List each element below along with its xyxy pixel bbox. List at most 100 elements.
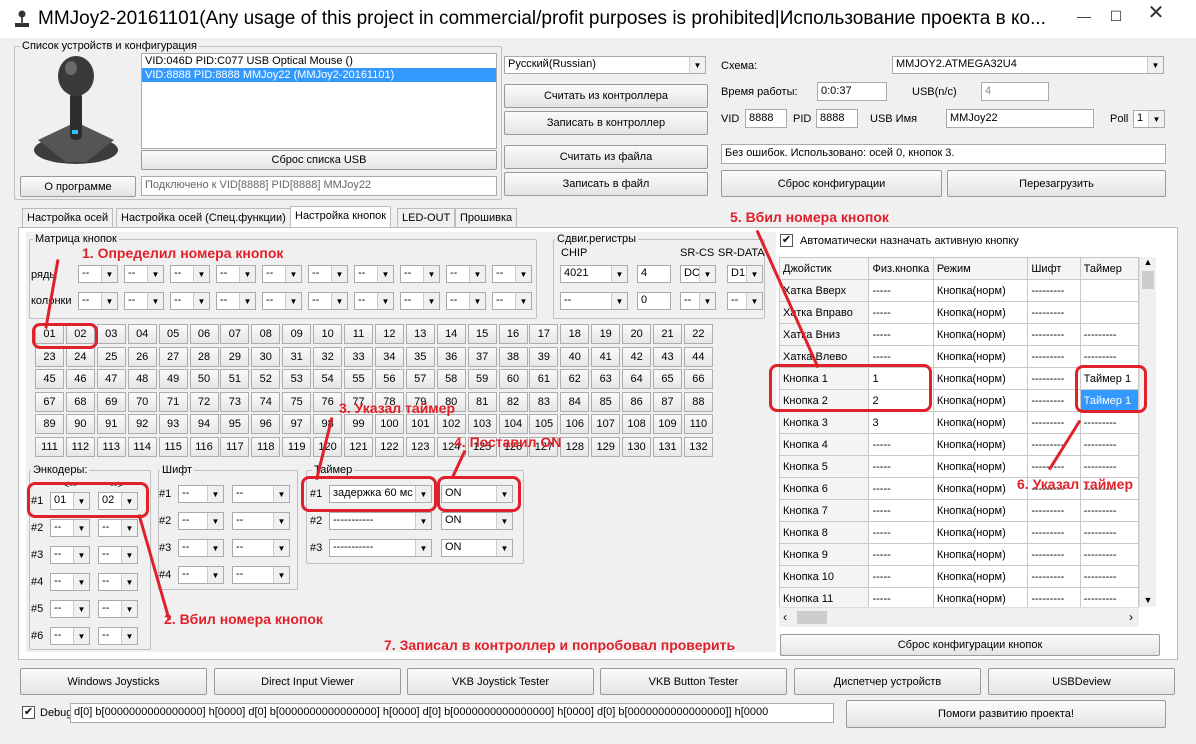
shift-b-select[interactable]: -- ▼ [232, 512, 290, 530]
row-select[interactable]: -- ▼ [216, 265, 256, 283]
encoder-b-select[interactable]: -- ▼ [98, 546, 138, 564]
button-number[interactable]: 63 [591, 369, 621, 390]
chip2-select[interactable]: -- ▼ [560, 292, 628, 310]
button-number[interactable]: 107 [591, 414, 621, 435]
button-number[interactable]: 56 [374, 369, 404, 390]
button-number[interactable]: 44 [683, 346, 713, 367]
table-cell[interactable]: Кнопка(норм) [932, 521, 1029, 544]
button-number[interactable]: 31 [282, 346, 312, 367]
table-cell[interactable]: --------- [1079, 499, 1140, 522]
encoder-a-select[interactable]: -- ▼ [50, 546, 90, 564]
button-number[interactable]: 45 [35, 369, 64, 390]
button-number[interactable]: 52 [251, 369, 281, 390]
button-number[interactable]: 08 [251, 324, 281, 344]
button-number[interactable]: 28 [189, 346, 219, 367]
table-cell[interactable]: Кнопка(норм) [932, 411, 1029, 434]
button-number[interactable]: 73 [220, 391, 250, 412]
button-number[interactable]: 122 [374, 437, 404, 457]
button-number[interactable]: 11 [344, 324, 373, 344]
button-number[interactable]: 51 [220, 369, 250, 390]
table-cell[interactable]: Кнопка(норм) [932, 279, 1029, 302]
table-header[interactable]: Физ.кнопка [868, 257, 934, 280]
button-number[interactable]: 85 [591, 391, 621, 412]
table-vscrollbar[interactable]: ▲ ▼ [1139, 257, 1156, 607]
reboot-button[interactable]: Перезагрузить [947, 170, 1166, 197]
table-cell[interactable]: ----- [868, 477, 934, 500]
vkb-joystick-tester-button[interactable]: VKB Joystick Tester [407, 668, 594, 695]
button-number[interactable]: 71 [158, 391, 188, 412]
button-number[interactable]: 74 [251, 391, 281, 412]
button-number[interactable]: 16 [498, 324, 528, 344]
col-select[interactable]: -- ▼ [308, 292, 348, 310]
srdata2-select[interactable]: -- ▼ [727, 292, 763, 310]
tab-firmware[interactable]: Прошивка [455, 208, 518, 227]
button-number[interactable]: 42 [622, 346, 652, 367]
button-number[interactable]: 54 [313, 369, 343, 390]
col-select[interactable]: -- ▼ [170, 292, 210, 310]
row-select[interactable]: -- ▼ [492, 265, 532, 283]
button-number[interactable]: 46 [65, 369, 95, 390]
table-cell[interactable]: ----- [868, 455, 934, 478]
table-cell[interactable]: Кнопка 4 [778, 433, 870, 456]
srdata-select[interactable]: D1 ▼ [727, 265, 763, 283]
button-number[interactable]: 61 [529, 369, 559, 390]
table-cell[interactable]: 3 [868, 411, 934, 434]
button-number[interactable]: 111 [35, 437, 64, 457]
table-cell[interactable]: Кнопка(норм) [932, 433, 1029, 456]
button-number[interactable]: 40 [560, 346, 590, 367]
button-number[interactable]: 101 [405, 414, 435, 435]
button-number[interactable]: 99 [344, 414, 373, 435]
button-number[interactable]: 100 [374, 414, 404, 435]
button-number[interactable]: 109 [653, 414, 682, 435]
table-header[interactable]: Шифт [1027, 257, 1081, 280]
table-cell[interactable]: --------- [1027, 521, 1081, 544]
usbdeview-button[interactable]: USBDeview [988, 668, 1175, 695]
button-number[interactable]: 41 [591, 346, 621, 367]
button-number[interactable]: 91 [96, 414, 126, 435]
table-cell[interactable]: --------- [1079, 433, 1140, 456]
row-select[interactable]: -- ▼ [262, 265, 302, 283]
button-number[interactable]: 130 [622, 437, 652, 457]
table-hscrollbar[interactable]: ‹ › [779, 607, 1139, 627]
close-icon[interactable]: ✕ [1142, 3, 1170, 23]
table-cell[interactable]: ----- [868, 279, 934, 302]
button-number[interactable]: 113 [96, 437, 126, 457]
button-number[interactable]: 17 [529, 324, 559, 344]
button-number[interactable]: 90 [65, 414, 95, 435]
col-select[interactable]: -- ▼ [216, 292, 256, 310]
button-number[interactable]: 114 [127, 437, 157, 457]
chip-select[interactable]: 4021 ▼ [560, 265, 628, 283]
table-header[interactable]: Режим [932, 257, 1029, 280]
button-number[interactable]: 104 [498, 414, 528, 435]
button-number[interactable]: 70 [127, 391, 157, 412]
table-cell[interactable]: Кнопка 5 [778, 455, 870, 478]
table-cell[interactable]: Кнопка 7 [778, 499, 870, 522]
row-select[interactable]: -- ▼ [400, 265, 440, 283]
col-select[interactable]: -- ▼ [354, 292, 394, 310]
button-number[interactable]: 18 [560, 324, 590, 344]
shift-a-select[interactable]: -- ▼ [178, 485, 224, 503]
table-cell[interactable]: ----- [868, 323, 934, 346]
button-number[interactable]: 92 [127, 414, 157, 435]
button-number[interactable]: 32 [313, 346, 343, 367]
table-row[interactable]: Хатка Вверх ----- Кнопка(норм) --------- [778, 279, 1140, 302]
table-row[interactable]: Кнопка 10 ----- Кнопка(норм) --------- -----… [778, 565, 1140, 588]
button-number[interactable]: 103 [467, 414, 497, 435]
tab-axes-special[interactable]: Настройка осей (Спец.функции) [116, 208, 291, 227]
table-cell[interactable]: Кнопка 9 [778, 543, 870, 566]
button-number[interactable]: 22 [683, 324, 713, 344]
about-button[interactable]: О программе [20, 176, 136, 197]
button-number[interactable]: 53 [282, 369, 312, 390]
reset-buttons-config-button[interactable]: Сброс конфигурации кнопок [780, 634, 1160, 656]
button-number[interactable]: 89 [35, 414, 64, 435]
language-select[interactable]: Русский(Russian) ▼ [504, 56, 706, 74]
table-cell[interactable]: --------- [1027, 389, 1081, 412]
device-item-selected[interactable]: VID:8888 PID:8888 MMJoy22 (MMJoy2-201611… [142, 68, 496, 82]
table-cell[interactable]: --------- [1079, 543, 1140, 566]
button-number[interactable]: 69 [96, 391, 126, 412]
button-number[interactable]: 35 [405, 346, 435, 367]
button-number[interactable]: 07 [220, 324, 250, 344]
shift-a-select[interactable]: -- ▼ [178, 566, 224, 584]
table-cell[interactable]: Кнопка 3 [778, 411, 870, 434]
button-number[interactable]: 47 [96, 369, 126, 390]
